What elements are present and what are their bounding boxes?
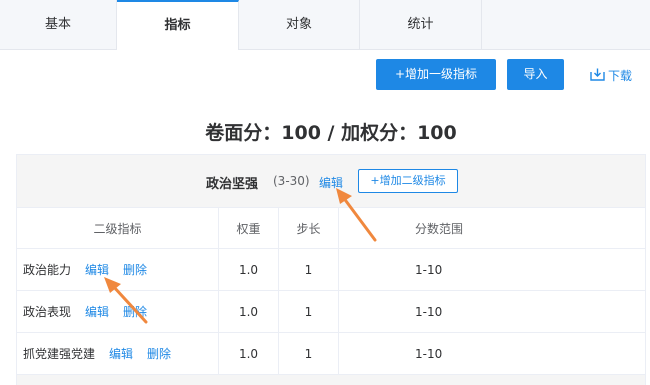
row-weight: 1.0 bbox=[219, 249, 279, 290]
row-name: 政治表现 bbox=[23, 305, 72, 319]
row-name-cell: 政治表现 编辑 删除 bbox=[17, 291, 219, 332]
tab-indicators[interactable]: 指标 bbox=[117, 0, 239, 50]
tab-basic[interactable]: 基本 bbox=[0, 0, 117, 49]
row-delete-link[interactable]: 删除 bbox=[123, 261, 147, 278]
add-level2-button[interactable]: +增加二级指标 bbox=[358, 169, 458, 193]
row-step: 1 bbox=[279, 291, 339, 332]
table-header: 二级指标 权重 步长 分数范围 bbox=[17, 208, 645, 249]
row-name: 抓党建强党建 bbox=[23, 347, 96, 361]
row-edit-link[interactable]: 编辑 bbox=[85, 303, 109, 320]
add-level1-button[interactable]: +增加一级指标 bbox=[376, 59, 496, 90]
indicator-table: 政治坚强 (3-30) 编辑 +增加二级指标 二级指标 权重 步长 分数范围 政… bbox=[16, 154, 646, 385]
row-range: 1-10 bbox=[415, 262, 443, 277]
table-row: 政治表现 编辑 删除 1.0 1 1-10 bbox=[17, 291, 645, 333]
group-edit-link[interactable]: 编辑 bbox=[319, 174, 343, 191]
download-label: 下载 bbox=[608, 69, 633, 83]
import-button[interactable]: 导入 bbox=[507, 59, 564, 90]
table-footer bbox=[17, 375, 645, 385]
row-name-cell: 抓党建强党建 编辑 删除 bbox=[17, 333, 219, 374]
header-score-range: 分数范围 bbox=[415, 221, 464, 236]
download-icon bbox=[590, 68, 605, 84]
group-name: 政治坚强 bbox=[206, 177, 259, 192]
row-range: 1-10 bbox=[415, 346, 443, 361]
score-title: 卷面分：100 / 加权分：100 bbox=[205, 122, 457, 144]
row-edit-link[interactable]: 编辑 bbox=[85, 261, 109, 278]
table-row: 政治能力 编辑 删除 1.0 1 1-10 bbox=[17, 249, 645, 291]
row-step: 1 bbox=[279, 333, 339, 374]
row-range: 1-10 bbox=[415, 304, 443, 319]
tab-statistics[interactable]: 统计 bbox=[360, 0, 482, 49]
row-name-cell: 政治能力 编辑 删除 bbox=[17, 249, 219, 290]
group-row: 政治坚强 (3-30) 编辑 +增加二级指标 bbox=[17, 154, 645, 208]
download-button[interactable]: 下载 bbox=[590, 67, 632, 84]
header-indicator: 二级指标 bbox=[17, 208, 219, 248]
group-range: (3-30) bbox=[273, 174, 310, 188]
table-row: 抓党建强党建 编辑 删除 1.0 1 1-10 bbox=[17, 333, 645, 375]
row-delete-link[interactable]: 删除 bbox=[147, 345, 171, 362]
row-weight: 1.0 bbox=[219, 333, 279, 374]
tab-bar: 基本 指标 对象 统计 bbox=[0, 0, 650, 50]
header-step: 步长 bbox=[279, 208, 339, 248]
row-step: 1 bbox=[279, 249, 339, 290]
row-name: 政治能力 bbox=[23, 263, 72, 277]
row-delete-link[interactable]: 删除 bbox=[123, 303, 147, 320]
row-weight: 1.0 bbox=[219, 291, 279, 332]
header-weight: 权重 bbox=[219, 208, 279, 248]
row-edit-link[interactable]: 编辑 bbox=[109, 345, 133, 362]
tab-objects[interactable]: 对象 bbox=[239, 0, 360, 49]
